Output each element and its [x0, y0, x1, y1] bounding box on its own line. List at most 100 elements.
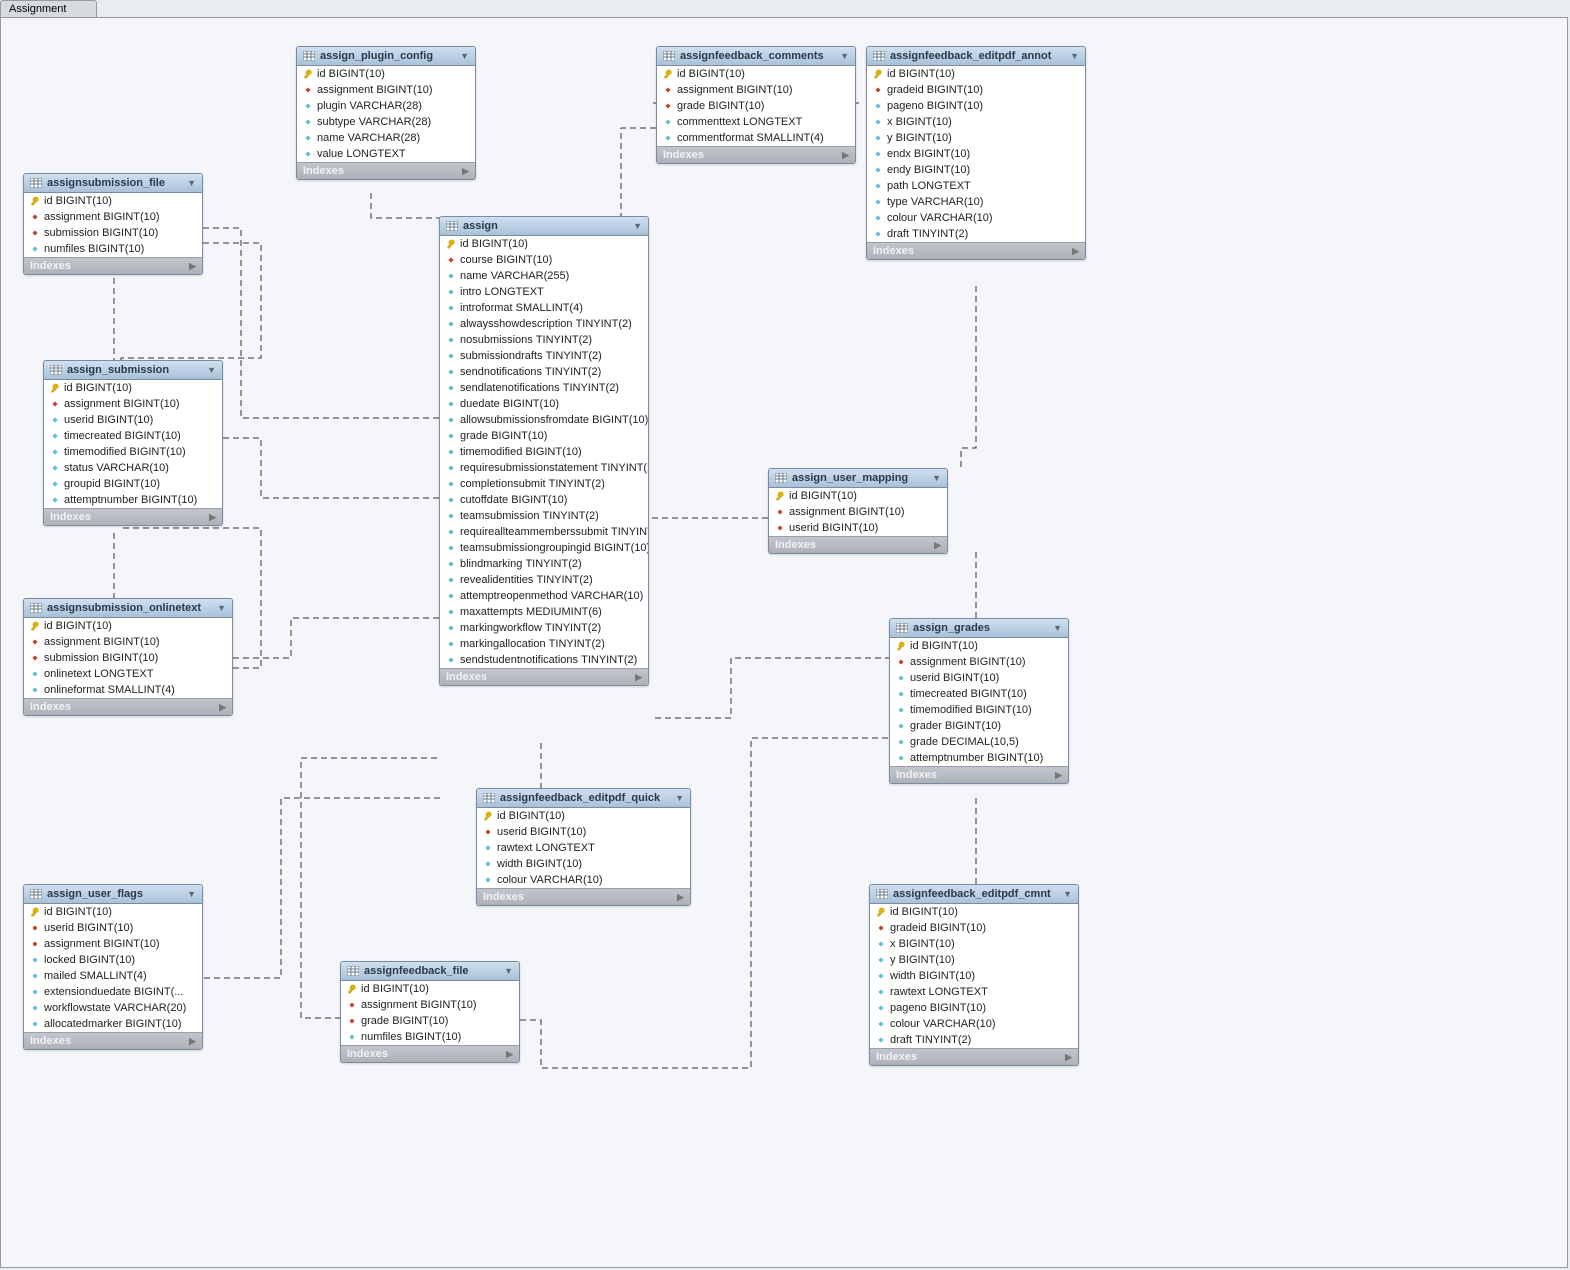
indexes-section[interactable]: Indexes▶	[657, 146, 855, 163]
column-row[interactable]: gradeid BIGINT(10)	[867, 82, 1085, 98]
expand-icon[interactable]: ▶	[219, 702, 226, 713]
collapse-icon[interactable]: ▼	[1063, 889, 1072, 899]
column-row[interactable]: colour VARCHAR(10)	[870, 1016, 1078, 1032]
column-row[interactable]: onlinetext LONGTEXT	[24, 666, 232, 682]
expand-icon[interactable]: ▶	[462, 166, 469, 177]
table-assignfeedback_editpdf_quick[interactable]: assignfeedback_editpdf_quick▼id BIGINT(1…	[476, 788, 691, 906]
column-row[interactable]: grade BIGINT(10)	[657, 98, 855, 114]
column-row[interactable]: userid BIGINT(10)	[477, 824, 690, 840]
column-row[interactable]: grade BIGINT(10)	[440, 428, 648, 444]
column-row[interactable]: allowsubmissionsfromdate BIGINT(10)	[440, 412, 648, 428]
expand-icon[interactable]: ▶	[635, 672, 642, 683]
column-row[interactable]: mailed SMALLINT(4)	[24, 968, 202, 984]
indexes-section[interactable]: Indexes▶	[769, 536, 947, 553]
column-row[interactable]: teamsubmissiongroupingid BIGINT(10)	[440, 540, 648, 556]
collapse-icon[interactable]: ▼	[1070, 51, 1079, 61]
column-row[interactable]: completionsubmit TINYINT(2)	[440, 476, 648, 492]
column-row[interactable]: path LONGTEXT	[867, 178, 1085, 194]
column-row[interactable]: assignment BIGINT(10)	[44, 396, 222, 412]
collapse-icon[interactable]: ▼	[840, 51, 849, 61]
column-row[interactable]: id BIGINT(10)	[440, 236, 648, 252]
column-row[interactable]: colour VARCHAR(10)	[867, 210, 1085, 226]
column-row[interactable]: cutoffdate BIGINT(10)	[440, 492, 648, 508]
column-row[interactable]: colour VARCHAR(10)	[477, 872, 690, 888]
expand-icon[interactable]: ▶	[934, 540, 941, 551]
column-row[interactable]: sendlatenotifications TINYINT(2)	[440, 380, 648, 396]
column-row[interactable]: userid BIGINT(10)	[44, 412, 222, 428]
table-header[interactable]: assignfeedback_editpdf_quick▼	[477, 789, 690, 808]
expand-icon[interactable]: ▶	[1065, 1052, 1072, 1063]
column-row[interactable]: intro LONGTEXT	[440, 284, 648, 300]
expand-icon[interactable]: ▶	[842, 150, 849, 161]
column-row[interactable]: id BIGINT(10)	[867, 66, 1085, 82]
collapse-icon[interactable]: ▼	[207, 365, 216, 375]
column-row[interactable]: grade BIGINT(10)	[341, 1013, 519, 1029]
collapse-icon[interactable]: ▼	[187, 178, 196, 188]
table-assign_user_mapping[interactable]: assign_user_mapping▼id BIGINT(10)assignm…	[768, 468, 948, 554]
column-row[interactable]: rawtext LONGTEXT	[477, 840, 690, 856]
table-header[interactable]: assignfeedback_file▼	[341, 962, 519, 981]
column-row[interactable]: userid BIGINT(10)	[24, 920, 202, 936]
column-row[interactable]: grade DECIMAL(10,5)	[890, 734, 1068, 750]
column-row[interactable]: draft TINYINT(2)	[867, 226, 1085, 242]
indexes-section[interactable]: Indexes▶	[24, 698, 232, 715]
column-row[interactable]: plugin VARCHAR(28)	[297, 98, 475, 114]
column-row[interactable]: id BIGINT(10)	[44, 380, 222, 396]
table-header[interactable]: assign_user_flags▼	[24, 885, 202, 904]
table-assignsubmission_onlinetext[interactable]: assignsubmission_onlinetext▼id BIGINT(10…	[23, 598, 233, 716]
column-row[interactable]: y BIGINT(10)	[867, 130, 1085, 146]
column-row[interactable]: requireallteammemberssubmit TINYINT(2)	[440, 524, 648, 540]
table-assign[interactable]: assign▼id BIGINT(10)course BIGINT(10)nam…	[439, 216, 649, 686]
table-assignfeedback_editpdf_cmnt[interactable]: assignfeedback_editpdf_cmnt▼id BIGINT(10…	[869, 884, 1079, 1066]
indexes-section[interactable]: Indexes▶	[867, 242, 1085, 259]
column-row[interactable]: subtype VARCHAR(28)	[297, 114, 475, 130]
column-row[interactable]: endy BIGINT(10)	[867, 162, 1085, 178]
column-row[interactable]: timemodified BIGINT(10)	[890, 702, 1068, 718]
table-assignfeedback_file[interactable]: assignfeedback_file▼id BIGINT(10)assignm…	[340, 961, 520, 1063]
column-row[interactable]: teamsubmission TINYINT(2)	[440, 508, 648, 524]
column-row[interactable]: alwaysshowdescription TINYINT(2)	[440, 316, 648, 332]
column-row[interactable]: numfiles BIGINT(10)	[341, 1029, 519, 1045]
column-row[interactable]: attemptreopenmethod VARCHAR(10)	[440, 588, 648, 604]
indexes-section[interactable]: Indexes▶	[24, 1032, 202, 1049]
column-row[interactable]: name VARCHAR(255)	[440, 268, 648, 284]
column-row[interactable]: x BIGINT(10)	[867, 114, 1085, 130]
tab-assignment[interactable]: Assignment	[0, 0, 97, 17]
column-row[interactable]: timecreated BIGINT(10)	[890, 686, 1068, 702]
collapse-icon[interactable]: ▼	[1053, 623, 1062, 633]
column-row[interactable]: timemodified BIGINT(10)	[44, 444, 222, 460]
column-row[interactable]: userid BIGINT(10)	[769, 520, 947, 536]
expand-icon[interactable]: ▶	[1055, 770, 1062, 781]
table-header[interactable]: assignfeedback_editpdf_cmnt▼	[870, 885, 1078, 904]
table-header[interactable]: assign_grades▼	[890, 619, 1068, 638]
column-row[interactable]: endx BIGINT(10)	[867, 146, 1085, 162]
column-row[interactable]: name VARCHAR(28)	[297, 130, 475, 146]
column-row[interactable]: x BIGINT(10)	[870, 936, 1078, 952]
collapse-icon[interactable]: ▼	[187, 889, 196, 899]
table-header[interactable]: assignsubmission_file▼	[24, 174, 202, 193]
table-header[interactable]: assign▼	[440, 217, 648, 236]
column-row[interactable]: id BIGINT(10)	[24, 904, 202, 920]
column-row[interactable]: pageno BIGINT(10)	[867, 98, 1085, 114]
column-row[interactable]: timemodified BIGINT(10)	[440, 444, 648, 460]
column-row[interactable]: assignment BIGINT(10)	[769, 504, 947, 520]
column-row[interactable]: id BIGINT(10)	[297, 66, 475, 82]
collapse-icon[interactable]: ▼	[932, 473, 941, 483]
column-row[interactable]: markingworkflow TINYINT(2)	[440, 620, 648, 636]
column-row[interactable]: assignment BIGINT(10)	[297, 82, 475, 98]
table-header[interactable]: assign_plugin_config▼	[297, 47, 475, 66]
collapse-icon[interactable]: ▼	[633, 221, 642, 231]
expand-icon[interactable]: ▶	[506, 1049, 513, 1060]
collapse-icon[interactable]: ▼	[460, 51, 469, 61]
column-row[interactable]: pageno BIGINT(10)	[870, 1000, 1078, 1016]
indexes-section[interactable]: Indexes▶	[24, 257, 202, 274]
column-row[interactable]: submission BIGINT(10)	[24, 225, 202, 241]
column-row[interactable]: duedate BIGINT(10)	[440, 396, 648, 412]
table-header[interactable]: assign_user_mapping▼	[769, 469, 947, 488]
indexes-section[interactable]: Indexes▶	[870, 1048, 1078, 1065]
column-row[interactable]: allocatedmarker BIGINT(10)	[24, 1016, 202, 1032]
column-row[interactable]: userid BIGINT(10)	[890, 670, 1068, 686]
column-row[interactable]: requiresubmissionstatement TINYINT(2)	[440, 460, 648, 476]
column-row[interactable]: id BIGINT(10)	[341, 981, 519, 997]
column-row[interactable]: id BIGINT(10)	[24, 618, 232, 634]
